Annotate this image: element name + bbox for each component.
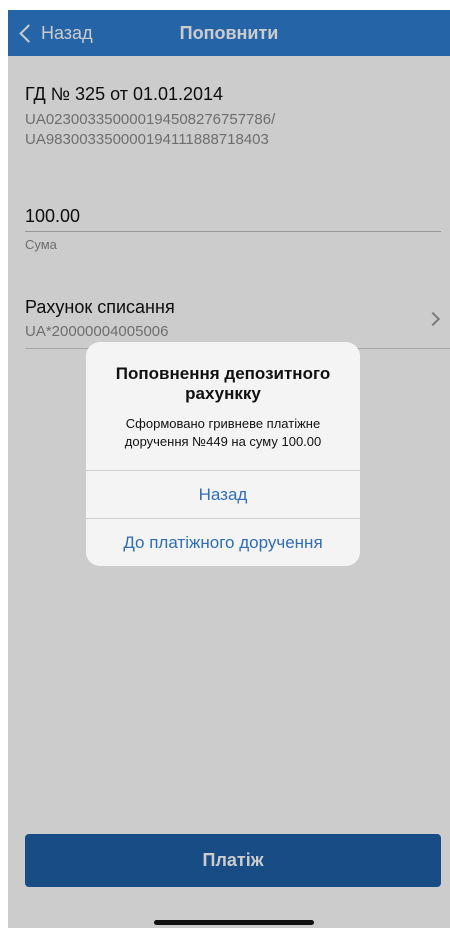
alert-message: Сформовано гривневе платіжне доручення №… (124, 416, 322, 449)
app-screen: Назад Поповнити ГД № 325 от 01.01.2014 U… (8, 10, 450, 928)
home-indicator (154, 920, 314, 925)
alert-back-button[interactable]: Назад (86, 471, 360, 519)
alert-go-to-payment-button[interactable]: До платіжного доручення (86, 519, 360, 566)
alert-dialog: Поповнення депозитного рахункку Сформова… (86, 342, 360, 566)
alert-title: Поповнення депозитного рахункку (115, 364, 331, 403)
